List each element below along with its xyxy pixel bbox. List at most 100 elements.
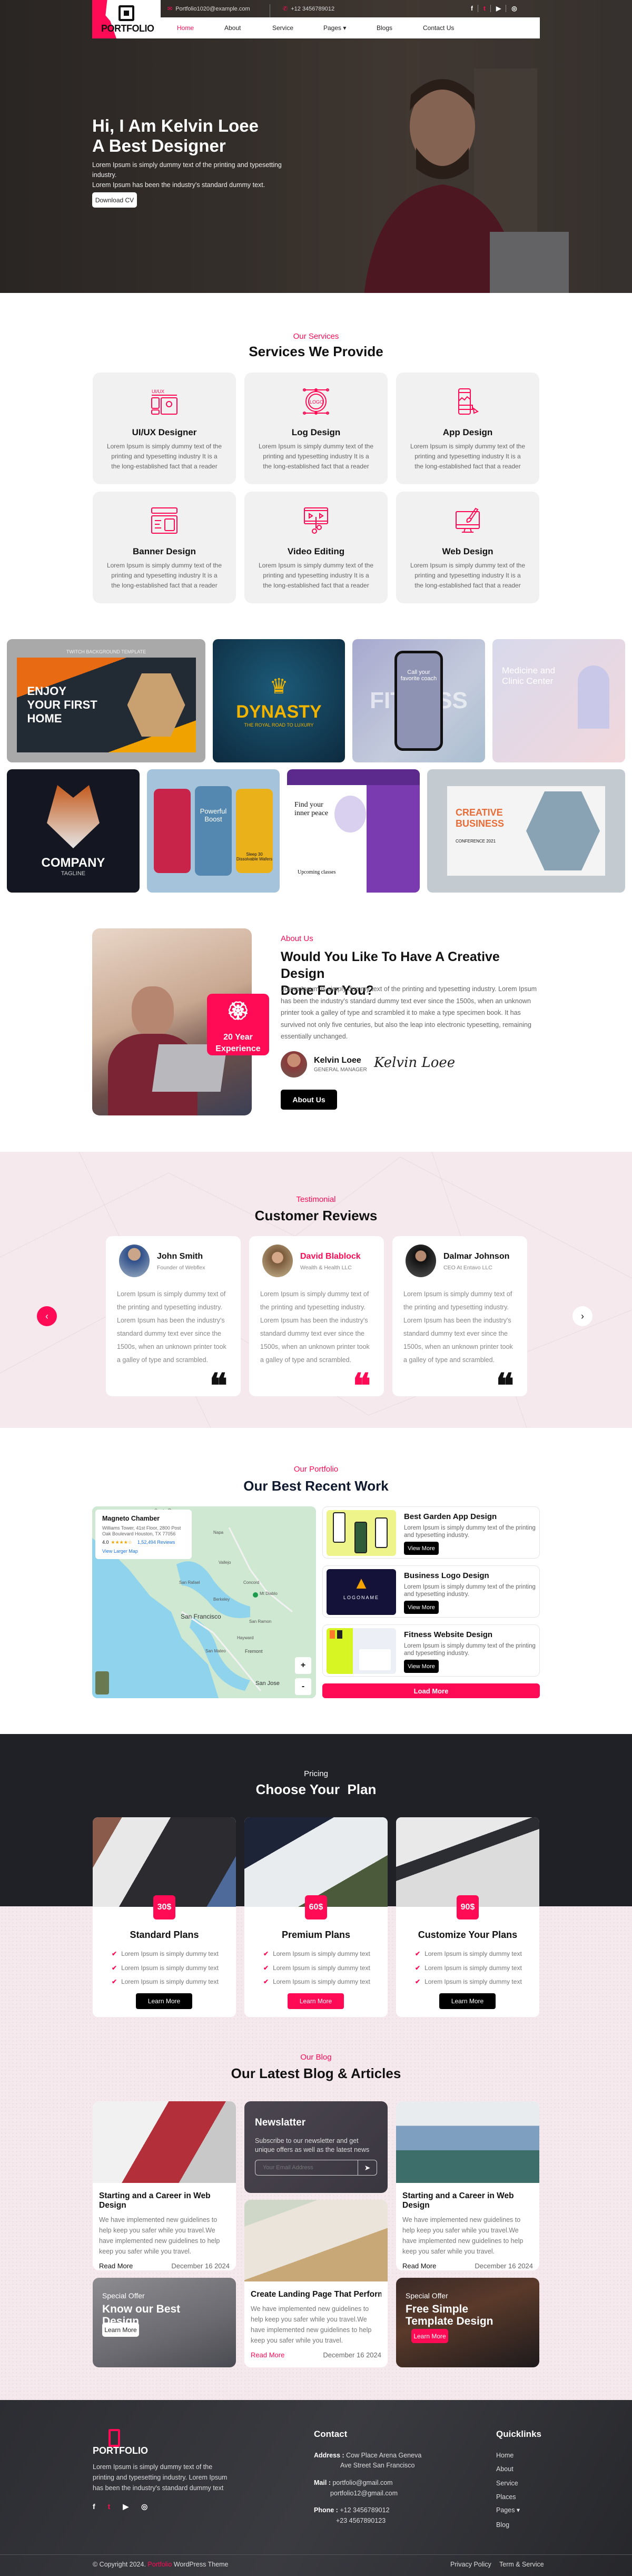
instagram-icon[interactable]: ◎ xyxy=(141,2502,147,2511)
offer-learn-more-button[interactable]: Learn More xyxy=(411,2329,448,2343)
blog-date: December 16 2024 xyxy=(171,2262,230,2270)
topbar-phone[interactable]: ✆ +12 3456789012 xyxy=(283,5,334,13)
plan-name: Premium Plans xyxy=(281,1929,351,1940)
footer-link-service[interactable]: Service xyxy=(496,2480,518,2487)
footer-link-places[interactable]: Places xyxy=(496,2493,516,2501)
privacy-policy-link[interactable]: Privacy Policy xyxy=(450,2561,491,2568)
map-city-label: Mt Diablo xyxy=(260,1591,278,1596)
location-map[interactable]: Santa Rosa Napa Vallejo Concord San Rafa… xyxy=(92,1506,316,1698)
pricing-subtitle: Pricing xyxy=(304,1769,328,1778)
load-more-button[interactable]: Load More xyxy=(322,1683,540,1698)
service-card-app[interactable]: App Design Lorem Ipsum is simply dummy t… xyxy=(396,373,539,484)
nav-about[interactable]: About xyxy=(224,24,241,32)
footer-link-home[interactable]: Home xyxy=(496,2452,514,2459)
logo[interactable]: PORTFOLIO xyxy=(92,0,161,38)
blog-post-title[interactable]: Starting and a Career in Web Design xyxy=(402,2191,533,2210)
service-card-video[interactable]: Video Editing Lorem Ipsum is simply dumm… xyxy=(244,492,388,603)
hero-title-line2: A Best Designer xyxy=(92,136,226,155)
footer-mail2[interactable]: portfolio12@gmail.com xyxy=(330,2490,398,2497)
service-text: Lorem Ipsum is simply dummy text of the … xyxy=(258,443,374,470)
review-text: Lorem Ipsum is simply dummy text of the … xyxy=(403,1290,513,1364)
twitter-icon[interactable]: t xyxy=(108,2502,111,2511)
nav-service[interactable]: Service xyxy=(272,24,293,32)
map-zoom-out-button[interactable]: - xyxy=(295,1678,311,1695)
nav-home[interactable]: Home xyxy=(177,24,194,32)
map-info-card: Magneto Chamber Williams Tower, 41st Flo… xyxy=(95,1510,192,1559)
nav-pages[interactable]: Pages ▾ xyxy=(323,24,346,32)
service-card-uiux[interactable]: UI/UX UI/UX Designer Lorem Ipsum is simp… xyxy=(93,373,236,484)
read-more-link[interactable]: Read More xyxy=(402,2262,436,2270)
gallery-item-dynasty[interactable]: ♛ DYNASTY THE ROYAL ROAD TO LUXURY xyxy=(213,639,345,762)
signature: Kelvin Loee xyxy=(374,1055,456,1071)
download-cv-button[interactable]: Download CV xyxy=(92,192,137,208)
terms-link[interactable]: Term & Service xyxy=(499,2561,544,2568)
carousel-prev-button[interactable]: ‹ xyxy=(37,1306,57,1326)
gallery-item-real-estate[interactable]: TWITCH BACKGROUND TEMPLATE ENJOY YOUR FI… xyxy=(7,639,205,762)
learn-more-button[interactable]: Learn More xyxy=(439,1993,496,2009)
map-zoom-in-button[interactable]: + xyxy=(295,1657,311,1674)
view-more-button[interactable]: View More xyxy=(404,1660,439,1673)
reviewer-avatar xyxy=(406,1245,436,1277)
service-card-banner[interactable]: Banner Design Lorem Ipsum is simply dumm… xyxy=(93,492,236,603)
reviewer-role: CEO At Entavo LLC xyxy=(443,1265,492,1271)
view-more-button[interactable]: View More xyxy=(404,1601,439,1614)
logo-icon: LOGO xyxy=(303,388,329,415)
email-icon: ✉ xyxy=(167,6,173,12)
footer-link-about[interactable]: About xyxy=(496,2465,514,2473)
map-satellite-toggle[interactable] xyxy=(95,1671,109,1695)
gallery-item-clinic[interactable]: Medicine and Clinic Center xyxy=(492,639,625,762)
youtube-icon[interactable]: ▶ xyxy=(496,5,507,12)
topbar-email[interactable]: ✉ Portfolio1020@example.com xyxy=(167,5,250,13)
logo-mark-icon: ▲ xyxy=(353,1573,370,1592)
work-title: Fitness Website Design xyxy=(404,1630,493,1639)
newsletter-email-input[interactable] xyxy=(255,2164,358,2171)
newsletter-card: Newslatter Subscribe to our newsletter a… xyxy=(244,2101,388,2193)
learn-more-button[interactable]: Learn More xyxy=(136,1993,192,2009)
map-reviews-link[interactable]: 1,52,494 Reviews xyxy=(137,1540,175,1545)
blog-post-title[interactable]: Starting and a Career in Web Design xyxy=(99,2191,230,2210)
facebook-icon[interactable]: f xyxy=(93,2502,95,2511)
youtube-icon[interactable]: ▶ xyxy=(123,2502,129,2511)
blog-post-title[interactable]: Create Landing Page That Performs Goog xyxy=(251,2290,381,2299)
view-more-button[interactable]: View More xyxy=(404,1542,439,1555)
gallery-item-wafers[interactable]: Powerful Boost Sleep 30 Dissolvable Wafe… xyxy=(147,769,280,893)
about-us-button[interactable]: About Us xyxy=(281,1090,337,1110)
gallery-item-fitness[interactable]: FITNESS Call your favorite coach xyxy=(352,639,485,762)
view-larger-map-link[interactable]: View Larger Map xyxy=(102,1549,185,1554)
read-more-link[interactable]: Read More xyxy=(99,2262,133,2270)
gallery-item-creative-business[interactable]: CREATIVE BUSINESS CONFERENCE 2021 xyxy=(427,769,625,893)
learn-more-button[interactable]: Learn More xyxy=(288,1993,344,2009)
work-text: Lorem Ipsum is simply dummy text of the … xyxy=(404,1525,536,1539)
service-title: Banner Design xyxy=(133,546,196,556)
reviewer-role: Founder of Webflex xyxy=(157,1265,205,1271)
footer-logo-text[interactable]: PORTFOLIO xyxy=(93,2445,148,2456)
gallery-photo xyxy=(334,796,366,832)
instagram-icon[interactable]: ◎ xyxy=(511,5,521,12)
gallery-item-company[interactable]: COMPANY TAGLINE xyxy=(7,769,140,893)
carousel-next-button[interactable]: › xyxy=(572,1306,592,1326)
gallery-item-yoga[interactable]: Find your inner peace Upcoming classes xyxy=(287,769,420,893)
hero-text-line2: Lorem Ipsum has been the industry's stan… xyxy=(92,181,265,189)
map-city-label: San Francisco xyxy=(181,1613,221,1620)
service-title: App Design xyxy=(442,427,493,437)
service-title: Video Editing xyxy=(287,546,345,556)
nav-blogs[interactable]: Blogs xyxy=(377,24,392,32)
work-card: Best Garden App Design Lorem Ipsum is si… xyxy=(322,1506,540,1559)
blog-card: Starting and a Career in Web Design We h… xyxy=(396,2101,539,2270)
nav-contact[interactable]: Contact Us xyxy=(423,24,454,32)
reviewer-avatar xyxy=(119,1245,150,1277)
gallery-panel xyxy=(154,789,191,873)
footer-link-pages[interactable]: Pages ▾ xyxy=(496,2506,520,2514)
read-more-link[interactable]: Read More xyxy=(251,2351,284,2359)
footer-link-blog[interactable]: Blog xyxy=(496,2521,509,2529)
gallery-sub: Call your favorite coach xyxy=(400,669,437,682)
gallery-sub: Upcoming classes xyxy=(298,869,336,875)
about-subtitle: About Us xyxy=(281,934,313,943)
blog-image xyxy=(396,2101,539,2183)
send-icon[interactable]: ➤ xyxy=(358,2160,377,2175)
twitter-icon[interactable]: t xyxy=(483,5,491,12)
service-card-logo[interactable]: LOGO Log Design Lorem Ipsum is simply du… xyxy=(244,373,388,484)
service-card-web[interactable]: Web Design Lorem Ipsum is simply dummy t… xyxy=(396,492,539,603)
facebook-icon[interactable]: f xyxy=(471,5,478,12)
offer-learn-more-button[interactable]: Learn More xyxy=(102,2323,139,2337)
